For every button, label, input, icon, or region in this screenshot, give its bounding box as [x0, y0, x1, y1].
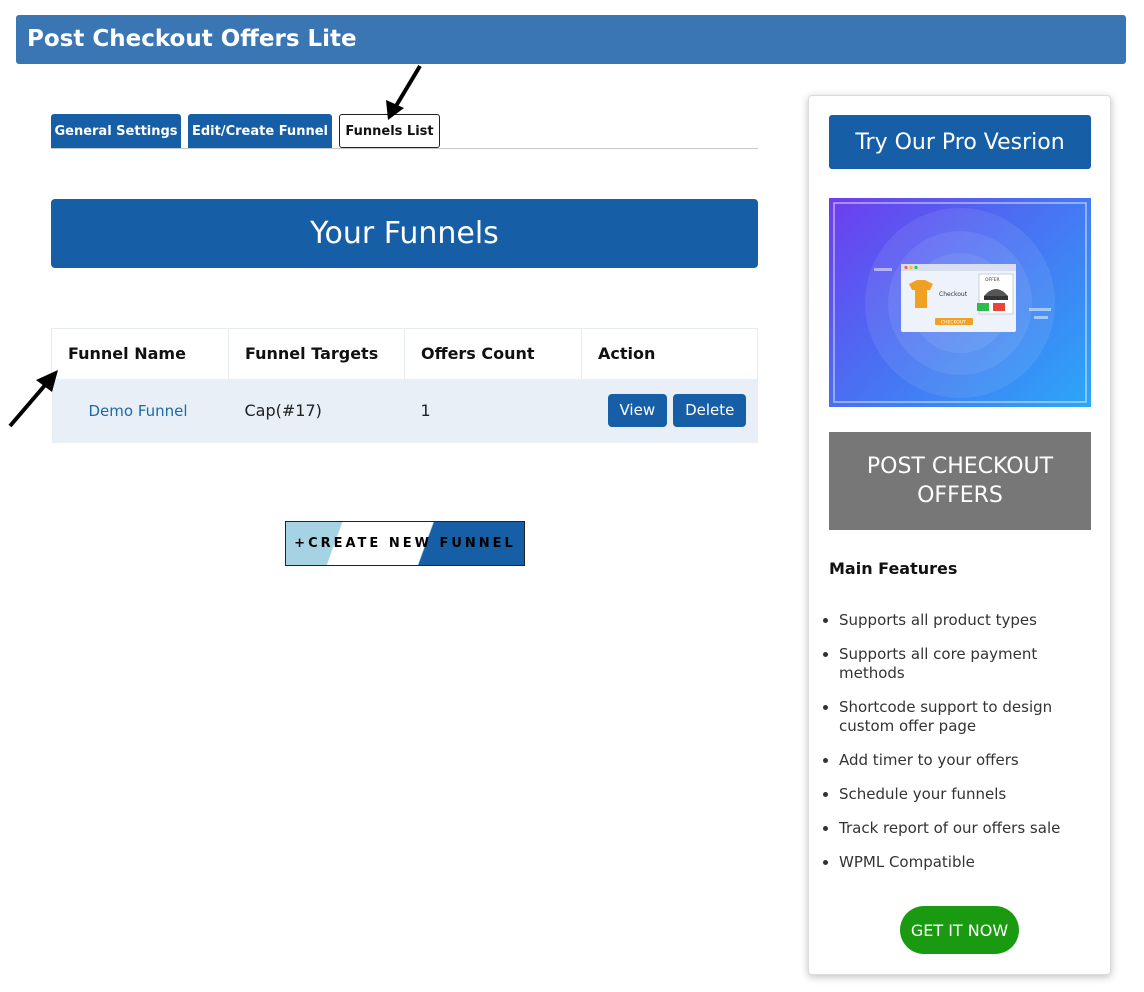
- funnels-table: Funnel Name Funnel Targets Offers Count …: [51, 328, 758, 443]
- illustration-offer-label: OFFER: [985, 277, 1000, 283]
- features-list: Supports all product types Supports all …: [829, 611, 1091, 887]
- column-header: Action: [581, 328, 758, 379]
- product-banner: POST CHECKOUT OFFERS: [829, 432, 1091, 530]
- list-item: Add timer to your offers: [839, 751, 1091, 770]
- checkout-illustration-icon: Checkout OFFER CHECKOUT: [833, 202, 1087, 403]
- tab-general-settings[interactable]: General Settings: [51, 114, 181, 148]
- list-item: WPML Compatible: [839, 853, 1091, 872]
- column-header: Offers Count: [404, 328, 582, 379]
- funnel-targets-cell: Cap(#17): [228, 378, 405, 443]
- illustration-checkout-button-label: CHECKOUT: [941, 320, 966, 326]
- view-button[interactable]: View: [607, 394, 668, 427]
- pro-sidebar: Try Our Pro Vesrion Checkout OFFER CHECK: [808, 95, 1111, 975]
- list-item: Supports all core payment methods: [839, 645, 1091, 683]
- table-row: Demo Funnel Cap(#17) 1 View Delete: [51, 378, 758, 443]
- offers-count-cell: 1: [404, 378, 582, 443]
- app-title: Post Checkout Offers Lite: [16, 15, 1126, 64]
- illustration-checkout-label: Checkout: [939, 291, 968, 298]
- list-item: Schedule your funnels: [839, 785, 1091, 804]
- column-header: Funnel Name: [51, 328, 229, 379]
- arrow-pointer-icon: [386, 64, 422, 120]
- funnel-name-link[interactable]: Demo Funnel: [89, 402, 188, 420]
- arrow-pointer-icon: [8, 370, 58, 428]
- tab-edit-create-funnel[interactable]: Edit/Create Funnel: [188, 114, 332, 148]
- promo-illustration: Checkout OFFER CHECKOUT: [829, 198, 1091, 407]
- delete-button[interactable]: Delete: [673, 394, 747, 427]
- features-title: Main Features: [829, 559, 958, 578]
- try-pro-button[interactable]: Try Our Pro Vesrion: [829, 115, 1091, 169]
- get-it-now-button[interactable]: GET IT NOW: [900, 906, 1019, 954]
- list-item: Supports all product types: [839, 611, 1091, 630]
- page-heading: Your Funnels: [51, 199, 758, 268]
- create-new-funnel-button[interactable]: +CREATE NEW FUNNEL: [285, 521, 525, 566]
- list-item: Track report of our offers sale: [839, 819, 1091, 838]
- column-header: Funnel Targets: [228, 328, 405, 379]
- list-item: Shortcode support to design custom offer…: [839, 698, 1091, 736]
- action-cell: View Delete: [581, 378, 758, 443]
